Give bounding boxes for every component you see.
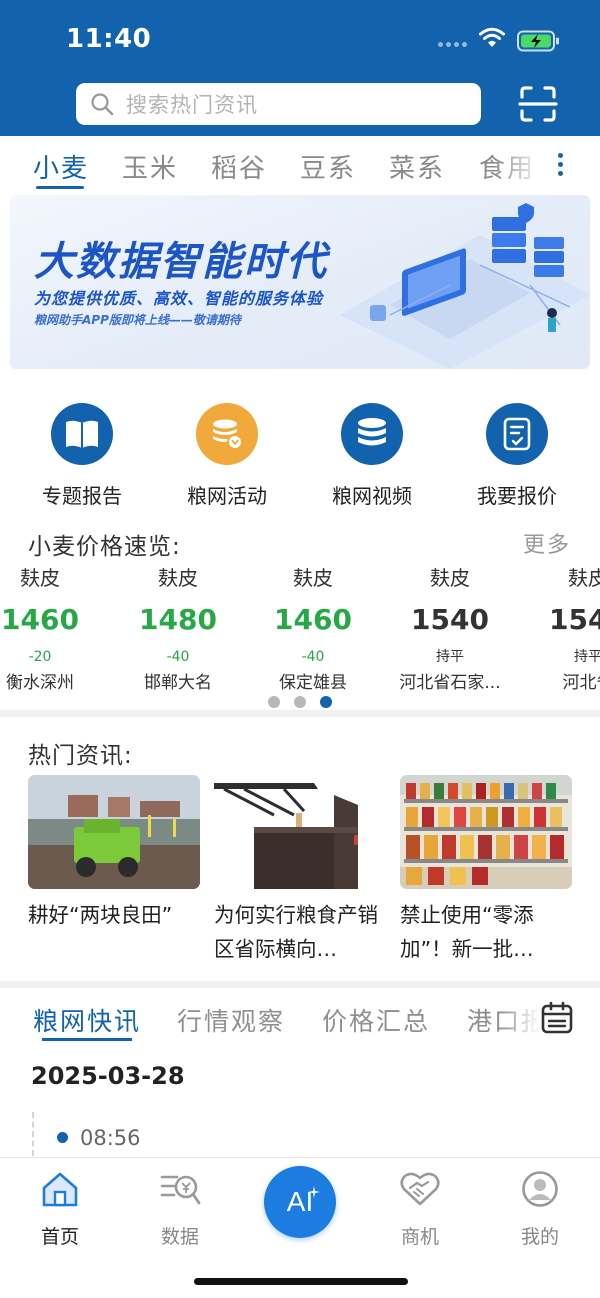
home-icon bbox=[15, 1168, 105, 1210]
entry-label: 粮网活动 bbox=[187, 484, 267, 508]
coins-icon bbox=[196, 403, 258, 465]
tab-wheat[interactable]: 小麦 bbox=[33, 148, 89, 185]
banner-title: 大数据智能时代 bbox=[34, 239, 328, 285]
sparkle-icon bbox=[308, 1186, 320, 1198]
search-placeholder: 搜索热门资讯 bbox=[126, 93, 258, 117]
feed-date: 2025-03-28 bbox=[31, 1062, 185, 1090]
nav-label: 我的 bbox=[520, 1226, 559, 1248]
tab-market-watch[interactable]: 行情观察 bbox=[177, 1002, 285, 1038]
entry-quote[interactable]: 我要报价 bbox=[457, 396, 577, 509]
price-card[interactable]: 麸皮 1460 -40 保定雄县 bbox=[249, 562, 377, 698]
banner-note: 粮网助手APP版即将上线——敬请期待 bbox=[34, 313, 241, 327]
entry-label: 我要报价 bbox=[477, 484, 557, 508]
news-thumbnail-truck bbox=[214, 775, 386, 889]
home-indicator bbox=[194, 1278, 408, 1285]
active-tab-indicator bbox=[36, 186, 84, 189]
bottom-nav: 首页 数据 AI 商机 我的 bbox=[0, 1157, 600, 1298]
nav-profile[interactable]: 我的 bbox=[495, 1168, 585, 1249]
pager-dot[interactable] bbox=[294, 696, 306, 708]
battery-charging-icon bbox=[517, 30, 559, 52]
pager-dot[interactable] bbox=[268, 696, 280, 708]
pager-dot-active[interactable] bbox=[320, 696, 332, 708]
quote-doc-icon bbox=[486, 403, 548, 465]
news-title: 禁止使用“零添加”！新一批… bbox=[400, 903, 534, 961]
section-divider bbox=[0, 981, 600, 988]
entry-label: 专题报告 bbox=[42, 484, 122, 508]
app-header: 11:40 搜索热门资讯 bbox=[0, 0, 600, 136]
news-card[interactable]: 耕好“两块良田” bbox=[28, 775, 200, 966]
price-overview-title: 小麦价格速览: bbox=[28, 534, 181, 560]
category-tabs: 小麦 玉米 稻谷 豆系 菜系 食用 bbox=[0, 136, 600, 194]
nav-label: 首页 bbox=[40, 1226, 79, 1248]
search-icon bbox=[91, 93, 114, 116]
news-title: 耕好“两块良田” bbox=[28, 903, 173, 927]
feed-tabs: 粮网快讯 行情观察 价格汇总 港口报价 bbox=[0, 990, 600, 1050]
database-icon bbox=[341, 403, 403, 465]
news-thumbnail-shelves bbox=[400, 775, 572, 889]
news-title: 为何实行粮食产销区省际横向… bbox=[214, 903, 378, 961]
data-center-illustration bbox=[340, 203, 590, 369]
carousel-pager[interactable] bbox=[268, 696, 332, 708]
banner-subtitle: 为您提供优质、高效、智能的服务体验 bbox=[34, 289, 324, 308]
price-card[interactable]: 麸皮 1540 持平 河北省 bbox=[524, 562, 600, 698]
tab-quick-news[interactable]: 粮网快讯 bbox=[33, 1002, 141, 1038]
price-more-link[interactable]: 更多 bbox=[523, 527, 571, 559]
nav-home[interactable]: 首页 bbox=[15, 1168, 105, 1249]
timeline-line bbox=[32, 1112, 34, 1156]
entry-special-report[interactable]: 专题报告 bbox=[22, 396, 142, 509]
tab-rice[interactable]: 稻谷 bbox=[211, 148, 267, 185]
price-card[interactable]: 麸皮 1460 -20 衡水深州 bbox=[0, 562, 104, 698]
nav-label: 商机 bbox=[400, 1226, 439, 1248]
tab-price-summary[interactable]: 价格汇总 bbox=[322, 1002, 430, 1038]
ai-assistant-button[interactable]: AI bbox=[264, 1166, 336, 1238]
price-card[interactable]: 麸皮 1540 持平 河北省石家... bbox=[386, 562, 514, 698]
calendar-icon[interactable] bbox=[540, 1001, 574, 1035]
search-input[interactable]: 搜索热门资讯 bbox=[76, 83, 481, 125]
feed-time: 08:56 bbox=[80, 1126, 141, 1150]
wifi-icon bbox=[479, 27, 505, 47]
news-card[interactable]: 为何实行粮食产销区省际横向… bbox=[214, 775, 386, 966]
nav-label: 数据 bbox=[160, 1226, 199, 1248]
promo-banner[interactable]: 大数据智能时代 为您提供优质、高效、智能的服务体验 粮网助手APP版即将上线——… bbox=[10, 195, 590, 369]
tab-rapeseed[interactable]: 菜系 bbox=[389, 148, 445, 185]
cellular-signal-icon bbox=[438, 42, 467, 47]
data-search-icon bbox=[135, 1168, 225, 1210]
nav-data[interactable]: 数据 bbox=[135, 1168, 225, 1249]
quick-entries: 专题报告 粮网活动 粮网视频 我要报价 bbox=[0, 396, 600, 508]
more-categories-icon[interactable] bbox=[546, 136, 576, 194]
nav-business[interactable]: 商机 bbox=[375, 1168, 465, 1249]
section-divider bbox=[0, 710, 600, 717]
tab-beans[interactable]: 豆系 bbox=[300, 148, 356, 185]
entry-label: 粮网视频 bbox=[332, 484, 412, 508]
handshake-icon bbox=[375, 1168, 465, 1210]
active-tab-indicator bbox=[42, 1038, 132, 1041]
price-carousel[interactable]: 麸皮 1460 -20 衡水深州 麸皮 1480 -40 邯郸大名 麸皮 146… bbox=[0, 562, 600, 698]
timeline-dot bbox=[57, 1132, 68, 1143]
news-card[interactable]: 禁止使用“零添加”！新一批… bbox=[400, 775, 572, 966]
entry-videos[interactable]: 粮网视频 bbox=[312, 396, 432, 509]
tab-corn[interactable]: 玉米 bbox=[122, 148, 178, 185]
status-time: 11:40 bbox=[66, 24, 152, 54]
book-icon bbox=[51, 403, 113, 465]
hot-news-title: 热门资讯: bbox=[28, 743, 133, 769]
price-card[interactable]: 麸皮 1480 -40 邯郸大名 bbox=[114, 562, 242, 698]
scan-icon[interactable] bbox=[518, 84, 558, 124]
entry-activities[interactable]: 粮网活动 bbox=[167, 396, 287, 509]
profile-icon bbox=[495, 1168, 585, 1210]
news-thumbnail-field bbox=[28, 775, 200, 889]
